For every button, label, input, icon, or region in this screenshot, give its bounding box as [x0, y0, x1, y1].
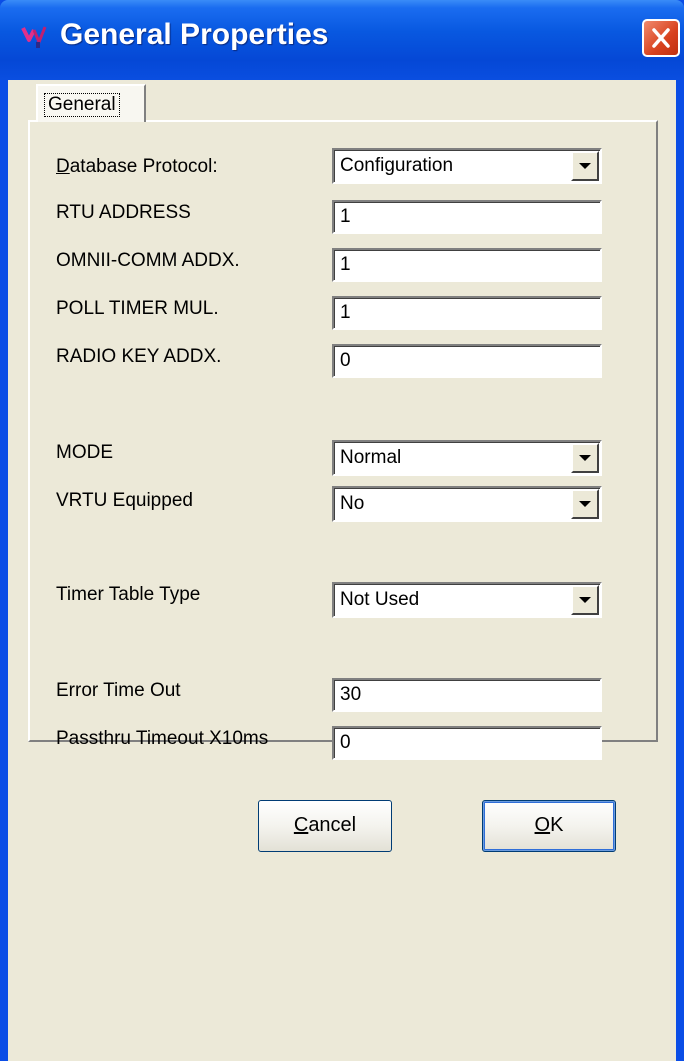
timer-table-type-dropdown-button[interactable] [571, 585, 599, 615]
ok-button-label-rest: K [550, 814, 564, 836]
vrtu-equipped-value: No [340, 493, 365, 514]
general-tab-panel: Database Protocol: Configuration RTU ADD… [28, 120, 658, 760]
radio-key-addx-label: RADIO KEY ADDX. [56, 346, 222, 367]
error-time-out-input[interactable]: 30 [332, 678, 602, 712]
tab-general-label: General [44, 93, 120, 117]
title-bar[interactable]: General Properties [0, 0, 684, 80]
omnii-comm-addx-label: OMNII-COMM ADDX. [56, 250, 240, 271]
radio-key-addx-input[interactable]: 0 [332, 344, 602, 378]
mode-label: MODE [56, 442, 113, 463]
tab-general[interactable]: General [36, 84, 146, 122]
chevron-down-icon [579, 501, 591, 507]
database-protocol-value: Configuration [340, 155, 454, 176]
properties-app-icon [21, 26, 47, 48]
cancel-button[interactable]: Cancel [258, 800, 392, 852]
error-time-out-label: Error Time Out [56, 680, 181, 701]
mode-select[interactable]: Normal [332, 440, 602, 476]
close-button[interactable] [642, 19, 680, 57]
chevron-down-icon [579, 597, 591, 603]
database-protocol-label: Database Protocol: [56, 156, 218, 177]
mode-value: Normal [340, 447, 402, 468]
vrtu-equipped-select[interactable]: No [332, 486, 602, 522]
poll-timer-mul-input[interactable]: 1 [332, 296, 602, 330]
cancel-button-label-rest: ancel [308, 814, 357, 836]
passthru-timeout-input[interactable]: 0 [332, 726, 602, 760]
rtu-address-label: RTU ADDRESS [56, 202, 191, 223]
close-icon [652, 28, 670, 48]
database-protocol-select[interactable]: Configuration [332, 148, 602, 184]
chevron-down-icon [579, 163, 591, 169]
chevron-down-icon [579, 455, 591, 461]
passthru-timeout-label: Passthru Timeout X10ms [56, 728, 269, 749]
mode-dropdown-button[interactable] [571, 443, 599, 473]
database-protocol-label-rest: atabase Protocol: [69, 156, 218, 177]
timer-table-type-value: Not Used [340, 589, 420, 610]
timer-table-type-label: Timer Table Type [56, 584, 201, 605]
window-title: General Properties [60, 18, 329, 51]
poll-timer-mul-label: POLL TIMER MUL. [56, 298, 219, 319]
timer-table-type-select[interactable]: Not Used [332, 582, 602, 618]
properties-dialog: General Properties General Database Prot… [0, 0, 684, 1061]
ok-button[interactable]: OK [482, 800, 616, 852]
vrtu-equipped-label: VRTU Equipped [56, 490, 193, 511]
rtu-address-input[interactable]: 1 [332, 200, 602, 234]
database-protocol-dropdown-button[interactable] [571, 151, 599, 181]
vrtu-equipped-dropdown-button[interactable] [571, 489, 599, 519]
dialog-client-area: General Database Protocol: Configuration… [8, 80, 676, 1061]
omnii-comm-addx-input[interactable]: 1 [332, 248, 602, 282]
